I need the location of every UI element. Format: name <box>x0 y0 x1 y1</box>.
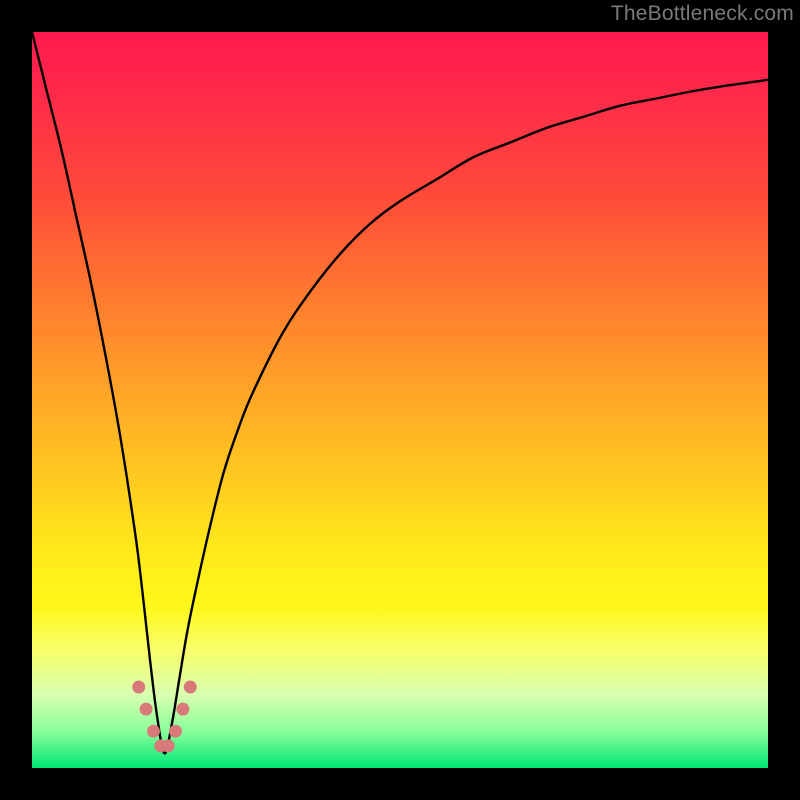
minimum-dot <box>184 681 197 694</box>
minimum-dot <box>132 681 145 694</box>
minimum-dot <box>162 739 175 752</box>
minimum-dot <box>176 703 189 716</box>
watermark-text: TheBottleneck.com <box>611 2 794 26</box>
minimum-dot <box>140 703 153 716</box>
minimum-dot <box>169 725 182 738</box>
minimum-dots-group <box>132 681 197 753</box>
minimum-dot <box>147 725 160 738</box>
plot-area <box>32 32 768 768</box>
chart-frame: TheBottleneck.com <box>0 0 800 800</box>
chart-svg <box>32 32 768 768</box>
bottleneck-curve <box>32 32 768 753</box>
